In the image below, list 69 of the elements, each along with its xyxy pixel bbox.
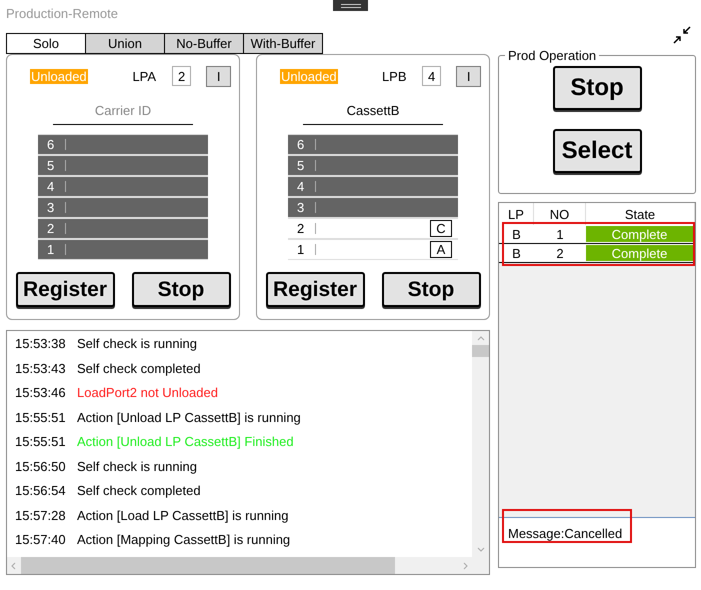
select-button[interactable]: Select bbox=[552, 129, 642, 173]
collapse-icon[interactable] bbox=[672, 25, 692, 45]
log-message: Action [Unload LP CassettB] is running bbox=[77, 410, 301, 427]
stop-button[interactable]: Stop bbox=[552, 66, 642, 110]
slot-number: 2 bbox=[47, 221, 56, 236]
message-text: Message:Cancelled bbox=[508, 526, 622, 541]
slot-number: 2 bbox=[297, 221, 306, 236]
slot-tag: C bbox=[430, 220, 452, 237]
mode-button[interactable]: I bbox=[456, 66, 481, 86]
table-row[interactable]: B 1 Complete bbox=[499, 225, 695, 244]
carrier-id-field[interactable]: Carrier ID bbox=[53, 103, 193, 125]
register-button[interactable]: Register bbox=[266, 272, 364, 307]
vertical-scrollbar[interactable] bbox=[472, 331, 489, 557]
stop-button[interactable]: Stop bbox=[132, 272, 230, 307]
count-field: 2 bbox=[172, 66, 192, 86]
log-time: 15:53:46 bbox=[15, 385, 67, 402]
state-badge: Complete bbox=[586, 245, 693, 261]
slot-number: 1 bbox=[47, 242, 56, 257]
log-message: LoadPort2 not Unloaded bbox=[77, 385, 218, 402]
load-port-name: LPA bbox=[131, 68, 158, 84]
log-time: 15:53:38 bbox=[15, 336, 67, 353]
tab[interactable]: No-Buffer bbox=[164, 33, 244, 54]
slot-number: 3 bbox=[47, 200, 56, 215]
log-message: Action [Unload LP CassettB] Finished bbox=[77, 434, 294, 451]
register-button[interactable]: Register bbox=[16, 272, 114, 307]
carrier-id-field[interactable]: CassettB bbox=[303, 103, 443, 125]
log-message: Self check is running bbox=[77, 458, 197, 476]
log-time: 15:57:40 bbox=[15, 532, 67, 549]
tab[interactable]: Union bbox=[85, 33, 165, 54]
log-message: Action [Mapping CassettB] is running bbox=[77, 532, 290, 549]
slot-number: 3 bbox=[297, 200, 306, 215]
table-cell-text: B bbox=[511, 226, 522, 243]
log-time: 15:56:54 bbox=[15, 483, 67, 500]
slot-number: 5 bbox=[47, 158, 56, 173]
scroll-thumb[interactable] bbox=[21, 557, 395, 574]
load-port-name: LPB bbox=[380, 68, 408, 84]
count-field: 4 bbox=[422, 66, 442, 86]
window-title: Production-Remote bbox=[6, 6, 118, 20]
status-badge: Unloaded bbox=[30, 68, 88, 84]
table-row[interactable]: B 2 Complete bbox=[499, 244, 695, 263]
scroll-thumb[interactable] bbox=[472, 345, 489, 357]
log-message: Self check completed bbox=[77, 483, 201, 500]
log-time: 15:55:51 bbox=[15, 410, 67, 426]
slot-number: 1 bbox=[297, 242, 306, 257]
log-time: 15:53:43 bbox=[15, 360, 67, 378]
log-message: Action [Load LP CassettB] is running bbox=[77, 508, 288, 525]
table-cell-text: 1 bbox=[555, 226, 565, 243]
drag-handle-icon[interactable] bbox=[333, 0, 368, 11]
slot-tag: A bbox=[430, 241, 452, 258]
table-cell-text: 2 bbox=[555, 244, 565, 262]
group-title: Prod Operation bbox=[505, 48, 600, 63]
horizontal-scrollbar[interactable] bbox=[7, 557, 472, 574]
log-message: Self check is running bbox=[77, 336, 197, 353]
log-time: 15:56:50 bbox=[15, 458, 67, 476]
slot-number: 5 bbox=[297, 158, 306, 173]
mode-button[interactable]: I bbox=[206, 66, 231, 86]
table-cell-text: B bbox=[511, 244, 522, 262]
tab[interactable]: Solo bbox=[6, 33, 86, 54]
tab[interactable]: With-Buffer bbox=[243, 33, 323, 54]
log-time: 15:57:28 bbox=[15, 508, 67, 524]
slot-number: 6 bbox=[47, 137, 56, 152]
state-badge: Complete bbox=[586, 226, 693, 242]
slot-number: 6 bbox=[297, 137, 306, 152]
slot-number: 4 bbox=[47, 179, 56, 194]
slot-number: 4 bbox=[297, 179, 306, 194]
log-time: 15:55:51 bbox=[15, 434, 67, 451]
stop-button[interactable]: Stop bbox=[382, 272, 480, 307]
log-message: Self check completed bbox=[77, 360, 201, 378]
status-badge: Unloaded bbox=[280, 68, 338, 84]
